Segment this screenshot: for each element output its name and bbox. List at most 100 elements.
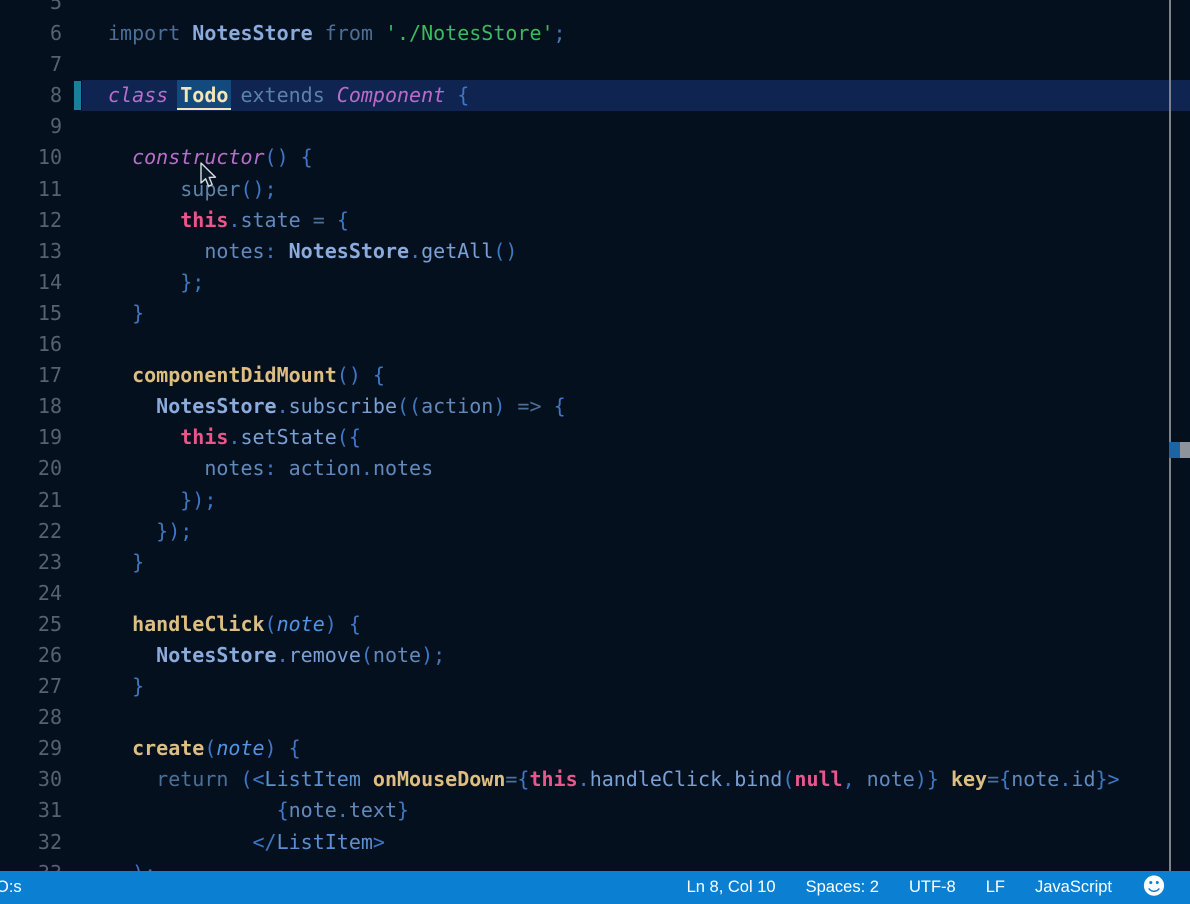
token-ident: NotesStore — [108, 394, 277, 418]
line-number[interactable]: 11 — [0, 174, 62, 205]
status-feedback-smiley-icon[interactable]: ☻ — [1142, 876, 1166, 899]
code-line-22[interactable]: 22 }); — [0, 516, 1190, 547]
code-text: constructor() { — [108, 142, 313, 173]
code-line-10[interactable]: 10 constructor() { — [0, 142, 1190, 173]
token-blueVar: action — [289, 456, 361, 480]
token-punct: . — [277, 643, 289, 667]
token-punct: } — [108, 674, 144, 698]
line-number[interactable]: 14 — [0, 267, 62, 298]
token-punct: ( — [782, 767, 794, 791]
token-blueVar: notes — [373, 456, 433, 480]
code-line-15[interactable]: 15 } — [0, 298, 1190, 329]
code-line-13[interactable]: 13 notes: NotesStore.getAll() — [0, 236, 1190, 267]
code-line-24[interactable]: 24 — [0, 578, 1190, 609]
line-number[interactable]: 15 — [0, 298, 62, 329]
token-punct: { — [517, 767, 529, 791]
token-cream: key — [951, 767, 987, 791]
code-text: componentDidMount() { — [108, 360, 385, 391]
line-number[interactable]: 22 — [0, 516, 62, 547]
line-number[interactable]: 10 — [0, 142, 62, 173]
overview-ruler-marker-gray[interactable] — [1180, 442, 1190, 458]
line-number[interactable]: 27 — [0, 671, 62, 702]
line-number[interactable]: 21 — [0, 485, 62, 516]
line-number[interactable]: 16 — [0, 329, 62, 360]
status-left-text[interactable]: O:s — [0, 878, 22, 897]
code-line-5[interactable]: 5 — [0, 0, 1190, 18]
token-call: setState — [240, 425, 336, 449]
code-line-21[interactable]: 21 }); — [0, 485, 1190, 516]
code-line-25[interactable]: 25 handleClick(note) { — [0, 609, 1190, 640]
token-call: handleClick — [590, 767, 722, 791]
line-number[interactable]: 33 — [0, 858, 62, 871]
code-line-6[interactable]: 6import NotesStore from './NotesStore'; — [0, 18, 1190, 49]
token-call: subscribe — [289, 394, 397, 418]
token-blueVar: note — [1011, 767, 1059, 791]
line-number[interactable]: 12 — [0, 205, 62, 236]
line-number[interactable]: 8 — [0, 80, 62, 111]
line-number[interactable]: 5 — [0, 0, 62, 18]
code-text: }; — [108, 267, 204, 298]
code-line-31[interactable]: 31 {note.text} — [0, 795, 1190, 826]
line-number[interactable]: 30 — [0, 764, 62, 795]
code-line-30[interactable]: 30 return (<ListItem onMouseDown={this.h… — [0, 764, 1190, 795]
code-line-9[interactable]: 9 — [0, 111, 1190, 142]
token-purple: class — [108, 83, 180, 107]
overview-ruler-marker-blue[interactable] — [1169, 442, 1180, 458]
code-line-20[interactable]: 20 notes: action.notes — [0, 453, 1190, 484]
token-punct: { — [554, 394, 566, 418]
code-line-12[interactable]: 12 this.state = { — [0, 205, 1190, 236]
code-line-16[interactable]: 16 — [0, 329, 1190, 360]
code-line-11[interactable]: 11 super(); — [0, 174, 1190, 205]
code-line-23[interactable]: 23 } — [0, 547, 1190, 578]
token-punct: { — [445, 83, 469, 107]
code-line-29[interactable]: 29 create(note) { — [0, 733, 1190, 764]
code-line-8[interactable]: 8 class Todo extends Component { — [0, 80, 1190, 111]
line-number[interactable]: 20 — [0, 453, 62, 484]
code-line-7[interactable]: 7 — [0, 49, 1190, 80]
token-punct: () — [493, 239, 517, 263]
code-line-19[interactable]: 19 this.setState({ — [0, 422, 1190, 453]
line-number[interactable]: 6 — [0, 18, 62, 49]
status-indentation[interactable]: Spaces: 2 — [806, 878, 879, 897]
code-line-33[interactable]: 33 ); — [0, 858, 1190, 871]
selected-word: Todo — [177, 80, 231, 110]
overview-ruler[interactable] — [1169, 0, 1171, 871]
code-line-26[interactable]: 26 NotesStore.remove(note); — [0, 640, 1190, 671]
line-number[interactable]: 31 — [0, 795, 62, 826]
line-number[interactable]: 9 — [0, 111, 62, 142]
editor-pane[interactable]: 56import NotesStore from './NotesStore';… — [0, 0, 1190, 871]
code-text: class Todo extends Component { — [108, 80, 469, 111]
token-punct: }); — [108, 519, 192, 543]
code-text: notes: NotesStore.getAll() — [108, 236, 517, 267]
status-eol[interactable]: LF — [986, 878, 1005, 897]
code-text: } — [108, 671, 144, 702]
line-number[interactable]: 23 — [0, 547, 62, 578]
line-number[interactable]: 17 — [0, 360, 62, 391]
code-line-14[interactable]: 14 }; — [0, 267, 1190, 298]
status-encoding[interactable]: UTF-8 — [909, 878, 956, 897]
line-number[interactable]: 28 — [0, 702, 62, 733]
line-number[interactable]: 19 — [0, 422, 62, 453]
line-number[interactable]: 29 — [0, 733, 62, 764]
token-slate: import — [108, 21, 192, 45]
token-punct: ) { — [265, 736, 301, 760]
status-language[interactable]: JavaScript — [1035, 878, 1112, 897]
token-punct: ( — [204, 736, 216, 760]
status-cursor-position[interactable]: Ln 8, Col 10 — [687, 878, 776, 897]
code-line-27[interactable]: 27 } — [0, 671, 1190, 702]
code-line-28[interactable]: 28 — [0, 702, 1190, 733]
code-line-32[interactable]: 32 </ListItem> — [0, 827, 1190, 858]
code-line-17[interactable]: 17 componentDidMount() { — [0, 360, 1190, 391]
line-number[interactable]: 24 — [0, 578, 62, 609]
line-number[interactable]: 32 — [0, 827, 62, 858]
line-number[interactable]: 25 — [0, 609, 62, 640]
code-text: }); — [108, 516, 192, 547]
line-number[interactable]: 13 — [0, 236, 62, 267]
token-pink: this — [108, 208, 228, 232]
code-line-18[interactable]: 18 NotesStore.subscribe((action) => { — [0, 391, 1190, 422]
line-number[interactable]: 7 — [0, 49, 62, 80]
line-number[interactable]: 26 — [0, 640, 62, 671]
token-slate: from — [313, 21, 385, 45]
token-punct: ({ — [337, 425, 361, 449]
line-number[interactable]: 18 — [0, 391, 62, 422]
